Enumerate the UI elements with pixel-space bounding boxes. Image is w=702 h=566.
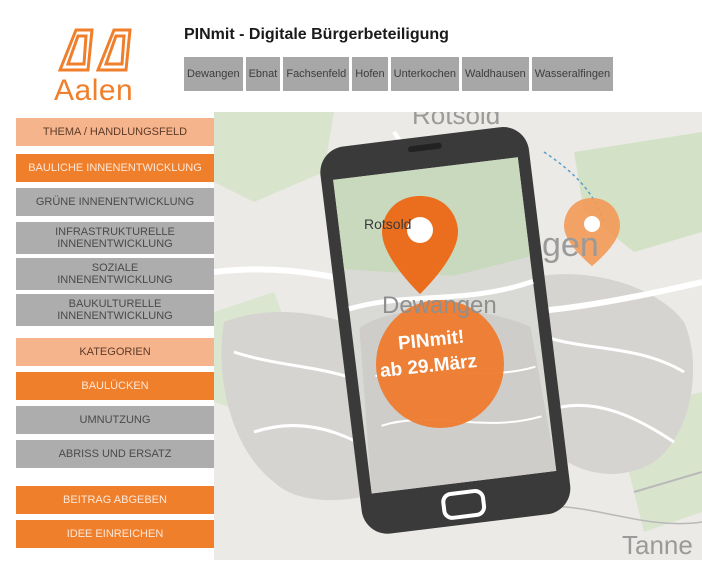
- theme-baukulturelle[interactable]: BAUKULTURELLE INNENENTWICKLUNG: [16, 294, 214, 326]
- theme-soziale[interactable]: SOZIALE INNENENTWICKLUNG: [16, 258, 214, 290]
- district-tab-waldhausen[interactable]: Waldhausen: [462, 57, 529, 91]
- phone-pin-label: Rotsold: [364, 216, 412, 232]
- aalen-logo[interactable]: Aalen: [40, 22, 160, 112]
- theme-gruene[interactable]: GRÜNE INNENENTWICKLUNG: [16, 188, 214, 216]
- map-label-bottom: Tanne: [622, 530, 693, 560]
- category-abriss[interactable]: ABRISS UND ERSATZ: [16, 440, 214, 468]
- district-tab-wasseralfingen[interactable]: Wasseralfingen: [531, 57, 614, 91]
- category-bauluecken[interactable]: BAULÜCKEN: [16, 372, 214, 400]
- district-tab-dewangen[interactable]: Dewangen: [184, 57, 243, 91]
- district-tabs: Dewangen Ebnat Fachsenfeld Hofen Unterko…: [184, 57, 614, 91]
- aalen-logo-mark-icon: [58, 28, 132, 72]
- district-tab-hofen[interactable]: Hofen: [352, 57, 388, 91]
- theme-infrastrukturelle[interactable]: INFRASTRUKTURELLE INNENENTWICKLUNG: [16, 222, 214, 254]
- category-umnutzung[interactable]: UMNUTZUNG: [16, 406, 214, 434]
- submit-contribution-button[interactable]: BEITRAG ABGEBEN: [16, 486, 214, 514]
- category-header: KATEGORIEN: [16, 338, 214, 366]
- district-tab-unterkochen[interactable]: Unterkochen: [390, 57, 460, 91]
- district-tab-ebnat[interactable]: Ebnat: [245, 57, 281, 91]
- theme-bauliche[interactable]: BAULICHE INNENENTWICKLUNG: [16, 154, 214, 182]
- logo-text: Aalen: [54, 74, 134, 107]
- district-tab-fachsenfeld[interactable]: Fachsenfeld: [283, 57, 350, 91]
- phone-screen-label: Dewangen: [382, 292, 497, 319]
- submit-idea-button[interactable]: IDEE EINREICHEN: [16, 520, 214, 548]
- page: Aalen PINmit - Digitale Bürgerbeteiligun…: [0, 0, 702, 566]
- theme-header: THEMA / HANDLUNGSFELD: [16, 118, 214, 146]
- app-title: PINmit - Digitale Bürgerbeteiligung: [184, 26, 449, 43]
- phone-promo-graphic: Dewangen Rotsold PINmit! ab 29.März: [300, 118, 580, 538]
